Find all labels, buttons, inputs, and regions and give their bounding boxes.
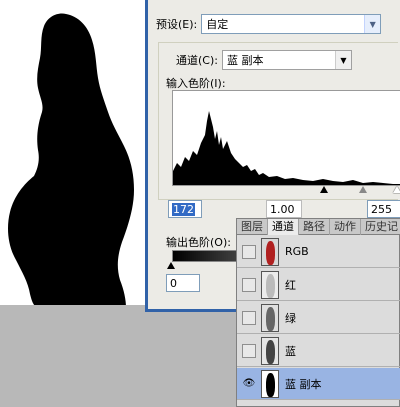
black-point-slider[interactable]: [320, 186, 328, 193]
channel-thumbnail: [261, 369, 279, 398]
canvas-background: [0, 305, 240, 407]
input-gamma-value: 1.00: [270, 202, 295, 216]
output-black-value: 0: [170, 276, 177, 290]
input-sliders: [172, 186, 400, 194]
tab-actions[interactable]: 动作: [330, 219, 361, 235]
input-white-field[interactable]: 255: [367, 200, 400, 218]
channel-row-blue-copy[interactable]: 👁 蓝 副本: [237, 368, 400, 400]
silhouette-image: [8, 13, 134, 308]
chevron-down-icon[interactable]: ▼: [334, 51, 351, 69]
preset-label: 预设(E):: [156, 18, 198, 31]
output-levels-label: 输出色阶(O):: [166, 236, 231, 249]
preset-value: 自定: [206, 18, 229, 31]
visibility-toggle[interactable]: [242, 343, 256, 358]
visibility-toggle[interactable]: [242, 244, 256, 259]
channel-row-green[interactable]: 绿: [237, 302, 400, 334]
channel-thumbnail: [261, 270, 279, 299]
histogram-graph: [173, 111, 400, 185]
input-black-field[interactable]: 172: [168, 200, 202, 218]
chevron-down-icon[interactable]: ▼: [364, 15, 381, 33]
visibility-toggle[interactable]: [242, 277, 256, 292]
input-gamma-field[interactable]: 1.00: [266, 200, 302, 218]
channel-row-red[interactable]: 红: [237, 269, 400, 301]
channel-name: RGB: [285, 245, 309, 258]
channel-name: 绿: [285, 311, 296, 325]
output-black-field[interactable]: 0: [166, 274, 200, 292]
channel-thumbnail: [261, 237, 279, 266]
histogram: [172, 90, 400, 186]
input-black-value: 172: [172, 202, 195, 216]
channel-select[interactable]: 蓝 副本 ▼: [221, 50, 352, 70]
output-black-slider[interactable]: [167, 262, 175, 269]
channel-thumbnail: [261, 303, 279, 332]
channel-row-rgb[interactable]: RGB: [237, 236, 400, 268]
channel-row: 通道(C): 蓝 副本 ▼: [176, 50, 352, 70]
input-white-value: 255: [371, 202, 392, 216]
tab-channels[interactable]: 通道: [268, 219, 299, 235]
input-levels-label: 输入色阶(I):: [166, 77, 226, 90]
visibility-toggle[interactable]: [242, 310, 256, 325]
tab-history[interactable]: 历史记: [361, 219, 400, 235]
channel-label: 通道(C):: [176, 54, 218, 67]
gamma-slider[interactable]: [359, 186, 367, 193]
white-point-slider[interactable]: [393, 186, 400, 193]
channel-thumbnail: [261, 336, 279, 365]
preset-select[interactable]: 自定 ▼: [201, 14, 382, 34]
panel-tabs: 图层 通道 路径 动作 历史记: [237, 219, 400, 235]
channels-panel: 图层 通道 路径 动作 历史记 RGB 红 绿 蓝 👁 蓝 副本: [236, 218, 400, 407]
output-gradient: [172, 250, 242, 262]
channel-value: 蓝 副本: [226, 54, 264, 67]
channel-name: 红: [285, 278, 296, 292]
channel-row-blue[interactable]: 蓝: [237, 335, 400, 367]
channel-name: 蓝: [285, 344, 296, 358]
tab-paths[interactable]: 路径: [299, 219, 330, 235]
channel-name: 蓝 副本: [285, 377, 322, 391]
eye-icon[interactable]: 👁: [242, 377, 256, 391]
tab-layers[interactable]: 图层: [237, 219, 268, 235]
preset-row: 预设(E): 自定 ▼: [156, 14, 382, 34]
